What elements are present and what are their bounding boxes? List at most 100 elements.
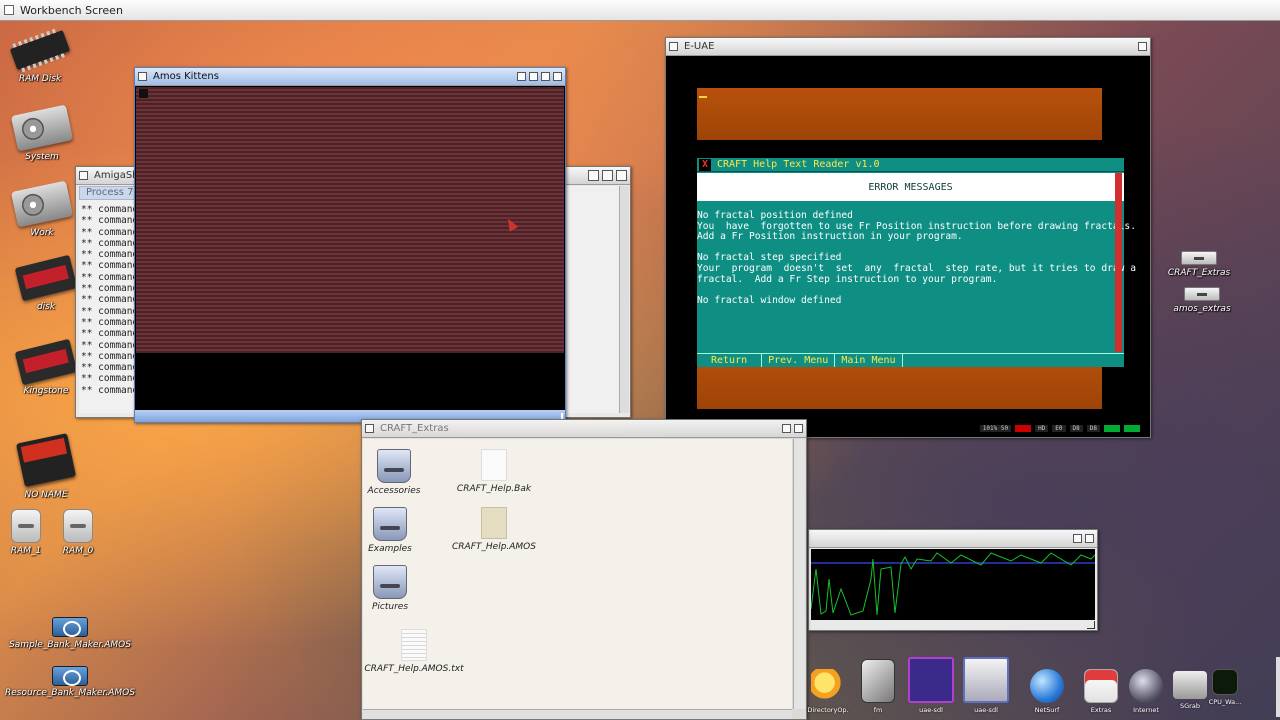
euae-display[interactable]: X CRAFT Help Text Reader v1.0 ERROR MESS… bbox=[668, 57, 1148, 435]
craft-title: CRAFT Help Text Reader v1.0 bbox=[717, 159, 880, 170]
amos-kittens-window[interactable]: Amos Kittens bbox=[134, 67, 566, 423]
prev-menu-button[interactable]: Prev. Menu bbox=[762, 354, 836, 367]
dock-scrollbar[interactable] bbox=[1276, 657, 1280, 717]
screen-depth-gadget[interactable] bbox=[4, 5, 14, 15]
drive-led bbox=[1104, 425, 1120, 432]
filemanager-icon bbox=[861, 659, 895, 703]
status-df1: D8 bbox=[1069, 425, 1083, 432]
craft-section-header: ERROR MESSAGES bbox=[697, 173, 1124, 201]
document-icon bbox=[481, 449, 507, 481]
euae-title: E-UAE bbox=[684, 41, 715, 52]
floppy-doc-icon bbox=[963, 657, 1009, 703]
dock-item-uae-sdl-2[interactable]: uae-sdl bbox=[961, 657, 1011, 714]
ssd-icon bbox=[14, 338, 78, 386]
close-gadget[interactable] bbox=[79, 171, 88, 180]
floppy-icon bbox=[908, 657, 954, 703]
kitten-display[interactable] bbox=[136, 87, 564, 353]
file-examples[interactable]: Examples bbox=[342, 507, 438, 554]
close-icon[interactable]: X bbox=[699, 159, 711, 171]
craft-scrollbar[interactable] bbox=[1115, 173, 1122, 352]
desktop-icon-craft-extras[interactable]: CRAFT_Extras bbox=[1151, 250, 1247, 278]
euae-window[interactable]: E-UAE X CRAFT Help Text Reader v1.0 ERRO… bbox=[665, 37, 1151, 438]
drawer-icon bbox=[377, 449, 411, 483]
monitor-title-bar[interactable] bbox=[809, 530, 1097, 548]
dock-item-directoryop[interactable]: DirectoryOp. bbox=[803, 669, 853, 714]
drive-led bbox=[1124, 425, 1140, 432]
depth-gadget[interactable] bbox=[1138, 42, 1147, 51]
desktop-icon-resource-bank-maker[interactable]: Resource_Bank_Maker.AMOS bbox=[5, 666, 135, 698]
shell-title: AmigaSh bbox=[94, 170, 139, 181]
kitten-title-bar[interactable]: Amos Kittens bbox=[135, 68, 565, 86]
dock: DirectoryOp. fm uae-sdl uae-sdl NetSurf … bbox=[807, 655, 1280, 720]
craft-button-bar: Return Prev. Menu Main Menu bbox=[697, 353, 1124, 367]
shell-process-tab[interactable]: Process 7 bbox=[79, 186, 141, 200]
close-gadget[interactable] bbox=[365, 424, 374, 433]
kitten-console bbox=[136, 353, 564, 408]
return-button[interactable]: Return bbox=[697, 354, 763, 367]
harddisk-icon bbox=[10, 180, 74, 228]
craft-help-reader[interactable]: X CRAFT Help Text Reader v1.0 ERROR MESS… bbox=[697, 158, 1136, 367]
iconify-gadget[interactable] bbox=[517, 72, 526, 81]
dock-item-fm[interactable]: fm bbox=[853, 659, 903, 714]
drawer-title: CRAFT_Extras bbox=[380, 423, 449, 434]
dock-item-uae-sdl-1[interactable]: uae-sdl bbox=[906, 657, 956, 714]
file-pictures[interactable]: Pictures bbox=[342, 565, 438, 612]
ssd-icon bbox=[14, 254, 78, 302]
zoom-gadget[interactable] bbox=[602, 170, 613, 181]
zoom-gadget[interactable] bbox=[782, 424, 791, 433]
depth-gadget[interactable] bbox=[616, 170, 627, 181]
file-craft-help-amos-txt[interactable]: CRAFT_Help.AMOS.txt bbox=[364, 629, 464, 674]
desktop-icon-sample-bank-maker[interactable]: Sample_Bank_Maker.AMOS bbox=[9, 616, 131, 650]
screen-title: Workbench Screen bbox=[20, 3, 123, 17]
ram-chip-icon bbox=[9, 30, 71, 70]
cpu-monitor-window[interactable] bbox=[808, 529, 1098, 631]
text-cursor bbox=[699, 96, 707, 98]
drawer-horizontal-scrollbar[interactable] bbox=[363, 709, 792, 719]
file-craft-help-bak[interactable]: CRAFT_Help.Bak bbox=[446, 449, 542, 494]
desktop-icon-no-name[interactable]: NO NAME bbox=[0, 432, 94, 500]
depth-gadget[interactable] bbox=[553, 72, 562, 81]
internet-icon bbox=[1129, 669, 1163, 703]
uae-status-leds: 101% 50 HD E0 D8 D8 bbox=[979, 425, 1140, 432]
craft-title-bar[interactable]: X CRAFT Help Text Reader v1.0 bbox=[697, 158, 1124, 172]
shell-scrollbar[interactable] bbox=[619, 186, 629, 413]
close-gadget[interactable] bbox=[138, 72, 147, 81]
extras-icon bbox=[1084, 669, 1118, 703]
text-document-icon bbox=[401, 629, 427, 661]
drawer-icon bbox=[1184, 287, 1220, 301]
desktop-icon-system[interactable]: System bbox=[0, 104, 90, 162]
globe-icon bbox=[1030, 669, 1064, 703]
status-df0: E0 bbox=[1052, 425, 1066, 432]
file-craft-help-amos[interactable]: CRAFT_Help.AMOS bbox=[446, 507, 542, 552]
iconify-gadget[interactable] bbox=[588, 170, 599, 181]
harddisk-icon bbox=[10, 104, 74, 152]
craft-extras-drawer[interactable]: CRAFT_Extras Accessories CRAFT_Help.Bak … bbox=[361, 419, 807, 720]
minimize-gadget[interactable] bbox=[529, 72, 538, 81]
power-led bbox=[1015, 425, 1032, 432]
cpu-graph bbox=[811, 549, 1095, 620]
drawer-contents[interactable]: Accessories CRAFT_Help.Bak Examples CRAF… bbox=[363, 439, 792, 709]
cpu-graph-plot bbox=[811, 552, 1095, 616]
file-accessories[interactable]: Accessories bbox=[346, 449, 442, 496]
depth-gadget[interactable] bbox=[1085, 534, 1094, 543]
desktop-icon-ram-0[interactable]: RAM_0 bbox=[30, 508, 126, 556]
close-gadget[interactable] bbox=[669, 42, 678, 51]
euae-title-bar[interactable]: E-UAE bbox=[666, 38, 1150, 56]
dock-item-extras[interactable]: Extras bbox=[1076, 669, 1126, 714]
depth-gadget[interactable] bbox=[794, 424, 803, 433]
status-hd: HD bbox=[1035, 425, 1049, 432]
main-menu-button[interactable]: Main Menu bbox=[835, 354, 903, 367]
ram-drive-icon bbox=[63, 509, 93, 543]
sun-tools-icon bbox=[811, 669, 845, 703]
dock-item-internet[interactable]: Internet bbox=[1121, 669, 1171, 714]
zoom-gadget[interactable] bbox=[541, 72, 550, 81]
resize-gadget[interactable] bbox=[1087, 621, 1095, 629]
drawer-title-bar[interactable]: CRAFT_Extras bbox=[362, 420, 806, 438]
drawer-icon bbox=[373, 507, 407, 541]
desktop-icon-ram-disk[interactable]: RAM Disk bbox=[0, 28, 88, 84]
drawer-icon bbox=[373, 565, 407, 599]
zoom-gadget[interactable] bbox=[1073, 534, 1082, 543]
dock-item-cpu-watch[interactable]: CPU_Wa... bbox=[1200, 669, 1250, 706]
desktop-icon-amos-extras[interactable]: amos_extras bbox=[1154, 286, 1250, 314]
dock-item-netsurf[interactable]: NetSurf bbox=[1022, 669, 1072, 714]
